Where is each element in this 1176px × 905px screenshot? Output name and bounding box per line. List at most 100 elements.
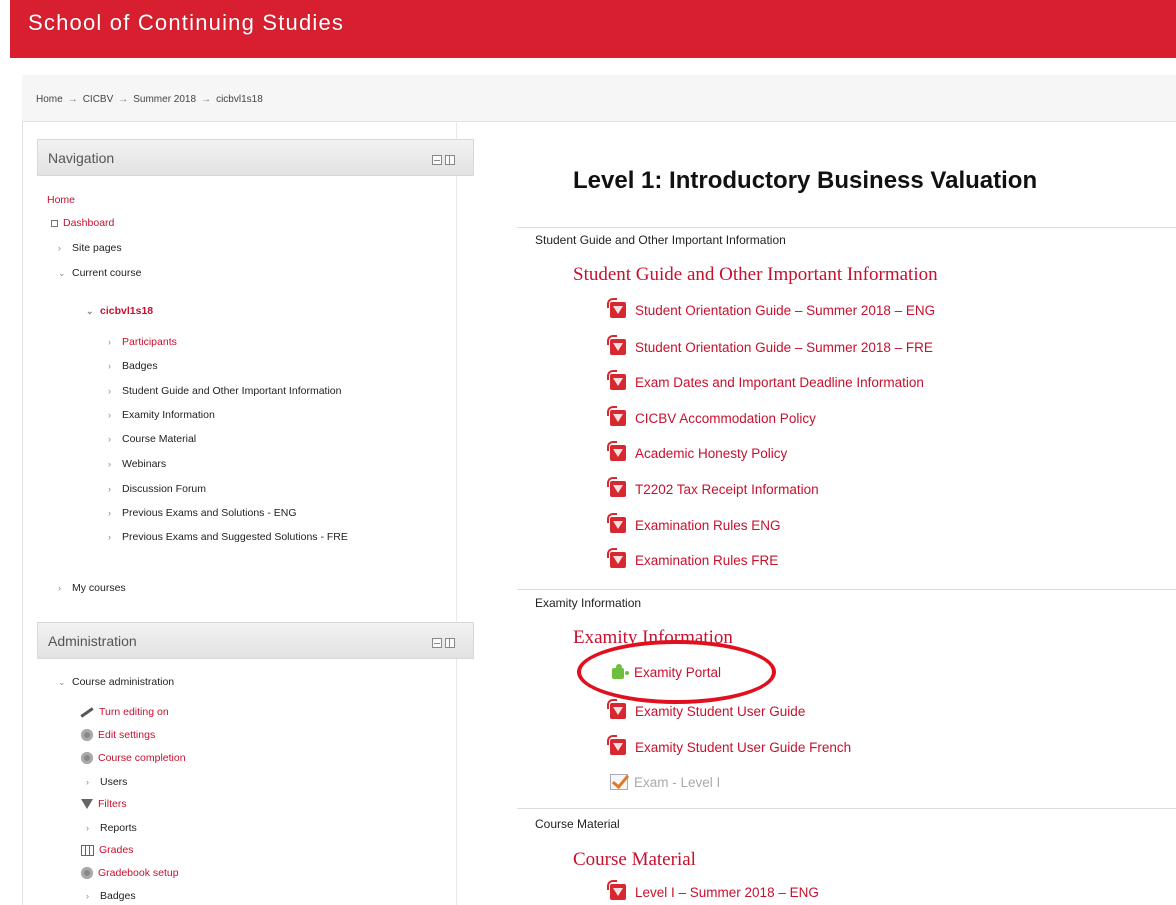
nav-home[interactable]: Home <box>47 193 75 207</box>
nav-course-item-examity[interactable]: › Examity Information <box>108 408 215 422</box>
breadcrumb-bar: Home → CICBV → Summer 2018 → cicbvl1s18 <box>22 75 1176 122</box>
nav-course-item-label: Discussion Forum <box>122 483 207 495</box>
chevron-right-icon: › <box>108 361 111 371</box>
resource-link-t2202[interactable]: T2202 Tax Receipt Information <box>607 477 819 497</box>
grades-table-icon <box>81 844 94 856</box>
dashboard-icon <box>51 219 58 227</box>
chevron-right-icon: › <box>108 484 111 494</box>
nav-course-item-badges[interactable]: › Badges <box>108 359 158 373</box>
resource-label: Examination Rules ENG <box>635 517 781 533</box>
nav-site-pages[interactable]: › Site pages <box>58 241 122 255</box>
resource-label: CICBV Accommodation Policy <box>635 410 816 426</box>
admin-item-label: Turn editing on <box>99 706 169 718</box>
nav-dashboard[interactable]: Dashboard <box>51 216 114 230</box>
admin-item-label: Reports <box>100 822 137 834</box>
nav-course-item-label: Badges <box>122 360 158 372</box>
chevron-right-icon: › <box>108 386 111 396</box>
section-divider <box>517 808 1176 809</box>
nav-course-item-course-material[interactable]: › Course Material <box>108 432 196 446</box>
resource-label: Student Orientation Guide – Summer 2018 … <box>635 339 933 355</box>
resource-label: T2202 Tax Receipt Information <box>635 481 819 497</box>
resource-label: Examity Student User Guide French <box>635 739 852 755</box>
navigation-block-header: Navigation <box>37 139 474 176</box>
resource-link-accommodation-policy[interactable]: CICBV Accommodation Policy <box>607 406 816 426</box>
resource-link-academic-honesty[interactable]: Academic Honesty Policy <box>607 441 787 461</box>
section-label-course-material: Course Material <box>535 817 620 831</box>
nav-course-code-label: cicbvl1s18 <box>100 305 154 317</box>
resource-link-exam-rules-fre[interactable]: Examination Rules FRE <box>607 548 779 568</box>
nav-my-courses[interactable]: › My courses <box>58 581 126 595</box>
site-brand[interactable]: School of Continuing Studies <box>28 10 344 36</box>
quiz-check-icon <box>610 774 628 790</box>
admin-grades[interactable]: Grades <box>81 843 133 857</box>
pdf-icon <box>607 335 626 355</box>
nav-course-item-student-guide[interactable]: › Student Guide and Other Important Infor… <box>108 384 341 398</box>
resource-link-orientation-fre[interactable]: Student Orientation Guide – Summer 2018 … <box>607 335 933 355</box>
admin-course-administration[interactable]: ⌄ Course administration <box>58 675 174 689</box>
nav-course-item-label: Examity Information <box>122 409 215 421</box>
dock-block-icon[interactable] <box>445 638 455 648</box>
resource-label: Examity Student User Guide <box>635 703 806 719</box>
breadcrumb-cicbv[interactable]: CICBV <box>83 94 114 105</box>
nav-current-course[interactable]: ⌄ Current course <box>58 266 141 280</box>
breadcrumb-course[interactable]: cicbvl1s18 <box>216 94 263 105</box>
admin-users[interactable]: › Users <box>86 775 127 789</box>
pdf-icon <box>607 513 626 533</box>
resource-link-examity-user-guide-french[interactable]: Examity Student User Guide French <box>607 735 852 755</box>
admin-edit-settings[interactable]: Edit settings <box>81 728 155 742</box>
nav-course-item-label: Previous Exams and Suggested Solutions -… <box>122 531 348 543</box>
admin-item-label: Grades <box>99 844 134 856</box>
resource-link-exam-level-1[interactable]: Exam - Level I <box>610 774 720 790</box>
chevron-down-icon: ⌄ <box>58 268 66 278</box>
resource-label: Exam Dates and Important Deadline Inform… <box>635 374 924 390</box>
chevron-right-icon: › <box>86 891 89 901</box>
chevron-down-icon: ⌄ <box>58 677 66 687</box>
nav-current-course-label: Current course <box>72 267 142 279</box>
admin-item-label: Users <box>100 776 128 788</box>
nav-course-code[interactable]: ⌄ cicbvl1s18 <box>86 304 153 318</box>
resource-label: Level I – Summer 2018 – ENG <box>635 884 819 900</box>
dock-block-icon[interactable] <box>445 155 455 165</box>
admin-filters[interactable]: Filters <box>81 797 127 811</box>
admin-badges[interactable]: › Badges <box>86 889 136 903</box>
admin-course-administration-label: Course administration <box>72 676 175 688</box>
nav-course-item-previous-exams-eng[interactable]: › Previous Exams and Solutions - ENG <box>108 506 297 520</box>
course-title: Level 1: Introductory Business Valuation <box>573 167 1038 194</box>
admin-item-label: Badges <box>100 890 136 902</box>
resource-label: Examination Rules FRE <box>635 552 779 568</box>
nav-course-item-label: Webinars <box>122 458 167 470</box>
nav-course-item-label: Participants <box>122 336 177 348</box>
admin-turn-editing-on[interactable]: Turn editing on <box>80 705 169 719</box>
breadcrumb-summer-2018[interactable]: Summer 2018 <box>133 94 196 105</box>
chevron-right-icon: › <box>108 532 111 542</box>
chevron-down-icon: ⌄ <box>86 306 94 316</box>
block-controls <box>429 635 455 653</box>
nav-my-courses-label: My courses <box>72 582 126 594</box>
highlight-annotation-circle <box>577 640 776 704</box>
block-controls <box>429 152 455 170</box>
pdf-icon <box>607 441 626 461</box>
collapse-block-icon[interactable] <box>432 638 442 648</box>
chevron-right-icon: › <box>108 459 111 469</box>
breadcrumb-home[interactable]: Home <box>36 94 63 105</box>
nav-course-item-previous-exams-fre[interactable]: › Previous Exams and Suggested Solutions … <box>108 530 348 544</box>
section-heading-course-material: Course Material <box>573 849 696 870</box>
nav-course-item-webinars[interactable]: › Webinars <box>108 457 166 471</box>
resource-link-examity-user-guide[interactable]: Examity Student User Guide <box>607 699 806 719</box>
admin-reports[interactable]: › Reports <box>86 821 137 835</box>
admin-item-label: Filters <box>98 798 127 810</box>
resource-link-exam-rules-eng[interactable]: Examination Rules ENG <box>607 513 781 533</box>
resource-link-level-1-summer-eng[interactable]: Level I – Summer 2018 – ENG <box>607 880 819 900</box>
admin-gradebook-setup[interactable]: Gradebook setup <box>81 866 179 880</box>
resource-link-exam-dates[interactable]: Exam Dates and Important Deadline Inform… <box>607 370 924 390</box>
nav-course-item-discussion-forum[interactable]: › Discussion Forum <box>108 482 206 496</box>
pdf-icon <box>607 548 626 568</box>
admin-item-label: Edit settings <box>98 729 156 741</box>
breadcrumb-separator: → <box>118 94 129 105</box>
collapse-block-icon[interactable] <box>432 155 442 165</box>
chevron-right-icon: › <box>86 823 89 833</box>
nav-course-item-participants[interactable]: › Participants <box>108 335 177 349</box>
pencil-icon <box>80 706 94 718</box>
admin-course-completion[interactable]: Course completion <box>81 751 186 765</box>
resource-link-orientation-eng[interactable]: Student Orientation Guide – Summer 2018 … <box>607 298 935 318</box>
